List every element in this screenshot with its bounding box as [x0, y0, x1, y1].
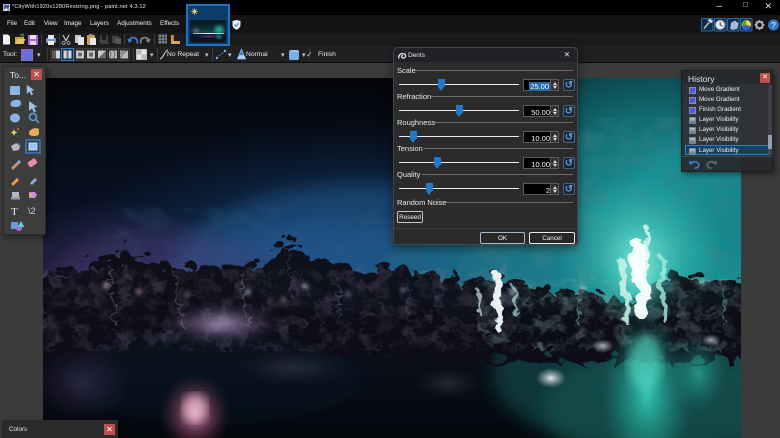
- svg-text:?: ?: [771, 20, 776, 30]
- svg-text:\2: \2: [28, 206, 36, 216]
- svg-text:T: T: [11, 206, 18, 218]
